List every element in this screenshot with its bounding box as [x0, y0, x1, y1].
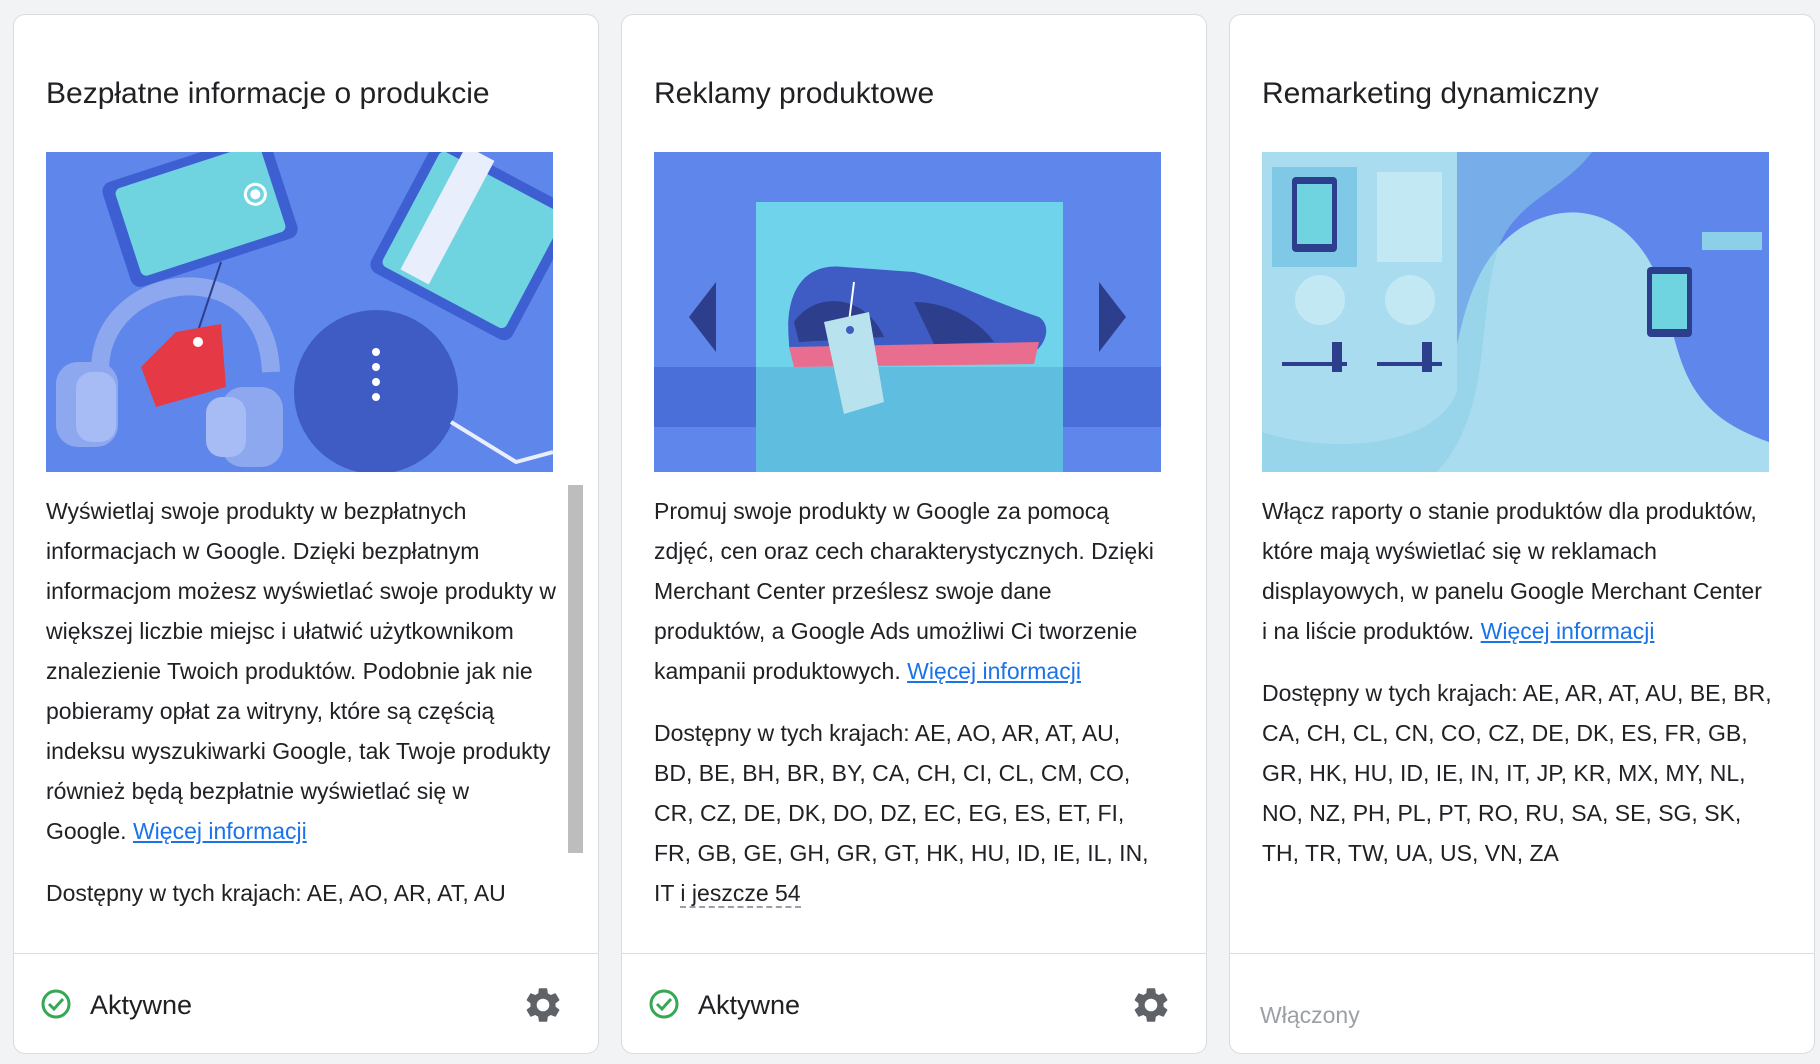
- shopping-ads-illustration: [654, 152, 1161, 472]
- card-body[interactable]: Promuj swoje produkty w Google za pomocą…: [654, 491, 1164, 953]
- learn-more-link[interactable]: Więcej informacji: [133, 818, 307, 844]
- card-title: Reklamy produktowe: [654, 77, 935, 110]
- available-countries: Dostępny w tych krajach: AE, AO, AR, AT,…: [654, 713, 1164, 913]
- remarketing-illustration: [1262, 152, 1769, 472]
- card-title: Bezpłatne informacje o produkcie: [46, 77, 490, 110]
- card-footer: Włączony: [1230, 953, 1814, 1053]
- card-body[interactable]: Wyświetlaj swoje produkty w bezpłatnych …: [46, 491, 556, 953]
- card-dynamic-remarketing: Remarketing dynamiczny Włącz raporty o s…: [1229, 14, 1815, 1054]
- status-label: Włączony: [1260, 1002, 1360, 1028]
- description-text: Wyświetlaj swoje produkty w bezpłatnych …: [46, 498, 556, 844]
- dashboard-illustration: [1262, 152, 1769, 472]
- more-countries-link[interactable]: i jeszcze 54: [680, 880, 801, 908]
- card-footer: Aktywne: [622, 953, 1206, 1053]
- description-text: Promuj swoje produkty w Google za pomocą…: [654, 498, 1154, 684]
- status-label: Aktywne: [698, 990, 801, 1020]
- sneaker-carousel-illustration: [654, 152, 1161, 472]
- gear-icon[interactable]: [1130, 984, 1172, 1026]
- card-description: Promuj swoje produkty w Google za pomocą…: [654, 491, 1164, 691]
- check-circle-icon: [649, 989, 679, 1019]
- scrollbar-thumb[interactable]: [568, 485, 583, 853]
- card-description: Wyświetlaj swoje produkty w bezpłatnych …: [46, 491, 556, 851]
- card-body[interactable]: Włącz raporty o stanie produktów dla pro…: [1262, 491, 1772, 953]
- card-shopping-ads: Reklamy produktowe Promuj swoje produkty…: [621, 14, 1207, 1054]
- devices-illustration: [46, 152, 553, 472]
- check-circle-icon: [41, 989, 71, 1019]
- status-label: Aktywne: [90, 990, 193, 1020]
- available-countries: Dostępny w tych krajach: AE, AO, AR, AT,…: [46, 880, 506, 906]
- card-title: Remarketing dynamiczny: [1262, 77, 1599, 110]
- learn-more-link[interactable]: Więcej informacji: [1481, 618, 1655, 644]
- available-countries: Dostępny w tych krajach: AE, AR, AT, AU,…: [1262, 680, 1772, 866]
- card-footer: Aktywne: [14, 953, 598, 1053]
- card-description: Włącz raporty o stanie produktów dla pro…: [1262, 491, 1772, 651]
- free-listings-illustration: [46, 152, 553, 472]
- learn-more-link[interactable]: Więcej informacji: [907, 658, 1081, 684]
- gear-icon[interactable]: [522, 984, 564, 1026]
- countries-text: Dostępny w tych krajach: AE, AO, AR, AT,…: [654, 720, 1149, 906]
- card-free-listings: Bezpłatne informacje o produkcie Wyświet…: [13, 14, 599, 1054]
